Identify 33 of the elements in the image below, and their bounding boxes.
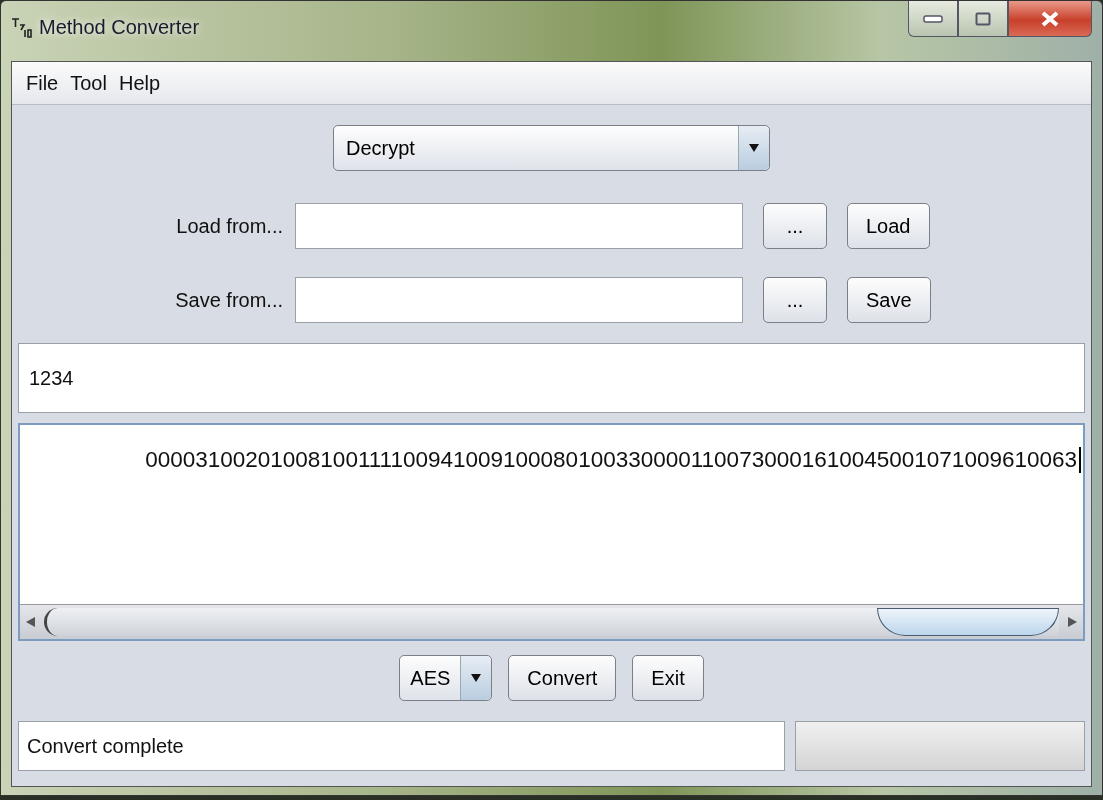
maximize-icon	[975, 11, 991, 26]
menu-item[interactable]: Help	[112, 71, 167, 95]
close-button[interactable]	[1008, 1, 1092, 37]
menu-item[interactable]: Tool	[64, 71, 113, 95]
algorithm-dropdown[interactable]: AES	[399, 655, 493, 701]
path-field[interactable]	[295, 277, 743, 323]
scroll-left-icon	[24, 616, 38, 628]
minimize-icon	[923, 14, 943, 23]
action-button[interactable]: Load	[847, 203, 930, 249]
action-button[interactable]: Save	[847, 277, 931, 323]
action-button[interactable]: Exit	[632, 655, 704, 701]
dropdown-arrow-icon	[470, 673, 483, 683]
minimize-button[interactable]	[908, 1, 958, 37]
horizontal-scrollbar[interactable]	[20, 604, 1083, 639]
path-field[interactable]	[295, 203, 743, 249]
scroll-right-icon	[1065, 616, 1079, 628]
browse-button[interactable]: ...	[763, 277, 827, 323]
field-label: Load from...	[175, 214, 284, 238]
field-label: Save from...	[174, 288, 284, 312]
status-message: Convert complete	[18, 721, 785, 771]
menu-item[interactable]: File	[20, 71, 65, 95]
dropdown-arrow-icon	[748, 143, 760, 153]
app-icon	[11, 16, 33, 38]
output-text-area[interactable]: 000031002010081001111009410091000801003300001100730001610045001071009610063	[18, 423, 1085, 641]
maximize-button[interactable]	[958, 1, 1008, 37]
key-field[interactable]: 1234	[18, 343, 1085, 413]
action-button[interactable]: Convert	[508, 655, 617, 701]
output-text: 000031002010081001111009410091000801003300001100730001610045001071009610063	[145, 447, 1077, 473]
scroll-thumb[interactable]	[877, 608, 1059, 636]
window-title: Method Converter	[39, 15, 200, 39]
mode-dropdown[interactable]: Decrypt	[333, 125, 770, 171]
browse-button[interactable]: ...	[763, 203, 827, 249]
close-icon	[1040, 10, 1060, 27]
